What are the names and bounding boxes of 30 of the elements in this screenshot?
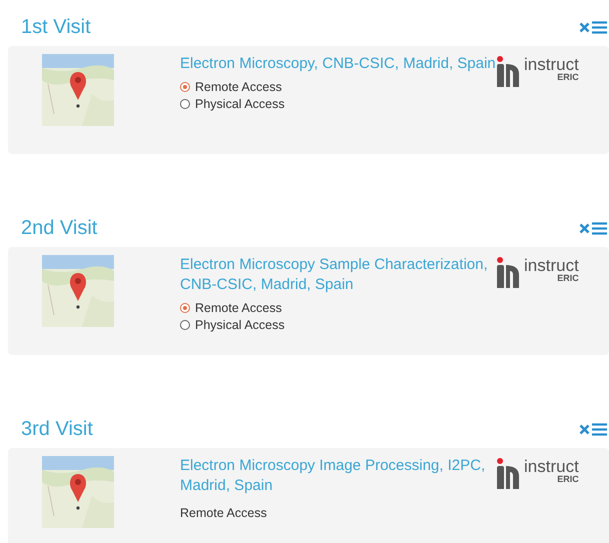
logo-name: instruct <box>524 56 579 73</box>
radio-label: Physical Access <box>195 318 285 332</box>
visit-title: 2nd Visit <box>21 216 98 240</box>
radio-button[interactable] <box>180 303 190 313</box>
visit-title: 1st Visit <box>21 16 91 38</box>
radio-label: Physical Access <box>195 97 285 111</box>
radio-button[interactable] <box>180 82 190 92</box>
radio-button[interactable] <box>180 99 190 109</box>
menu-icon[interactable] <box>592 20 607 34</box>
menu-icon[interactable] <box>592 422 607 436</box>
logo-icon <box>496 257 520 289</box>
logo-subtitle: ERIC <box>557 274 579 283</box>
facility-link[interactable]: Electron Microscopy Sample Characterization, CNB-CSIC, Madrid, Spain <box>180 255 496 295</box>
radio-label: Remote Access <box>195 301 282 315</box>
close-icon[interactable] <box>579 424 590 434</box>
logo-subtitle: ERIC <box>557 73 579 82</box>
logo-name: instruct <box>524 458 579 475</box>
logo-subtitle: ERIC <box>557 475 579 484</box>
radio-button[interactable] <box>180 320 190 330</box>
logo-name: instruct <box>524 257 579 274</box>
access-text: Remote Access <box>180 506 268 520</box>
logo-icon <box>496 458 520 490</box>
menu-icon[interactable] <box>592 222 607 234</box>
close-icon[interactable] <box>579 222 590 234</box>
logo-icon <box>496 56 520 88</box>
visit-title: 3rd Visit <box>21 418 93 440</box>
facility-link[interactable]: Electron Microscopy, CNB-CSIC, Madrid, Spain <box>180 54 496 74</box>
facility-link[interactable]: Electron Microscopy Image Processing, I2PC, Madrid, Spain <box>180 456 496 496</box>
radio-label: Remote Access <box>195 80 282 94</box>
close-icon[interactable] <box>579 22 590 32</box>
